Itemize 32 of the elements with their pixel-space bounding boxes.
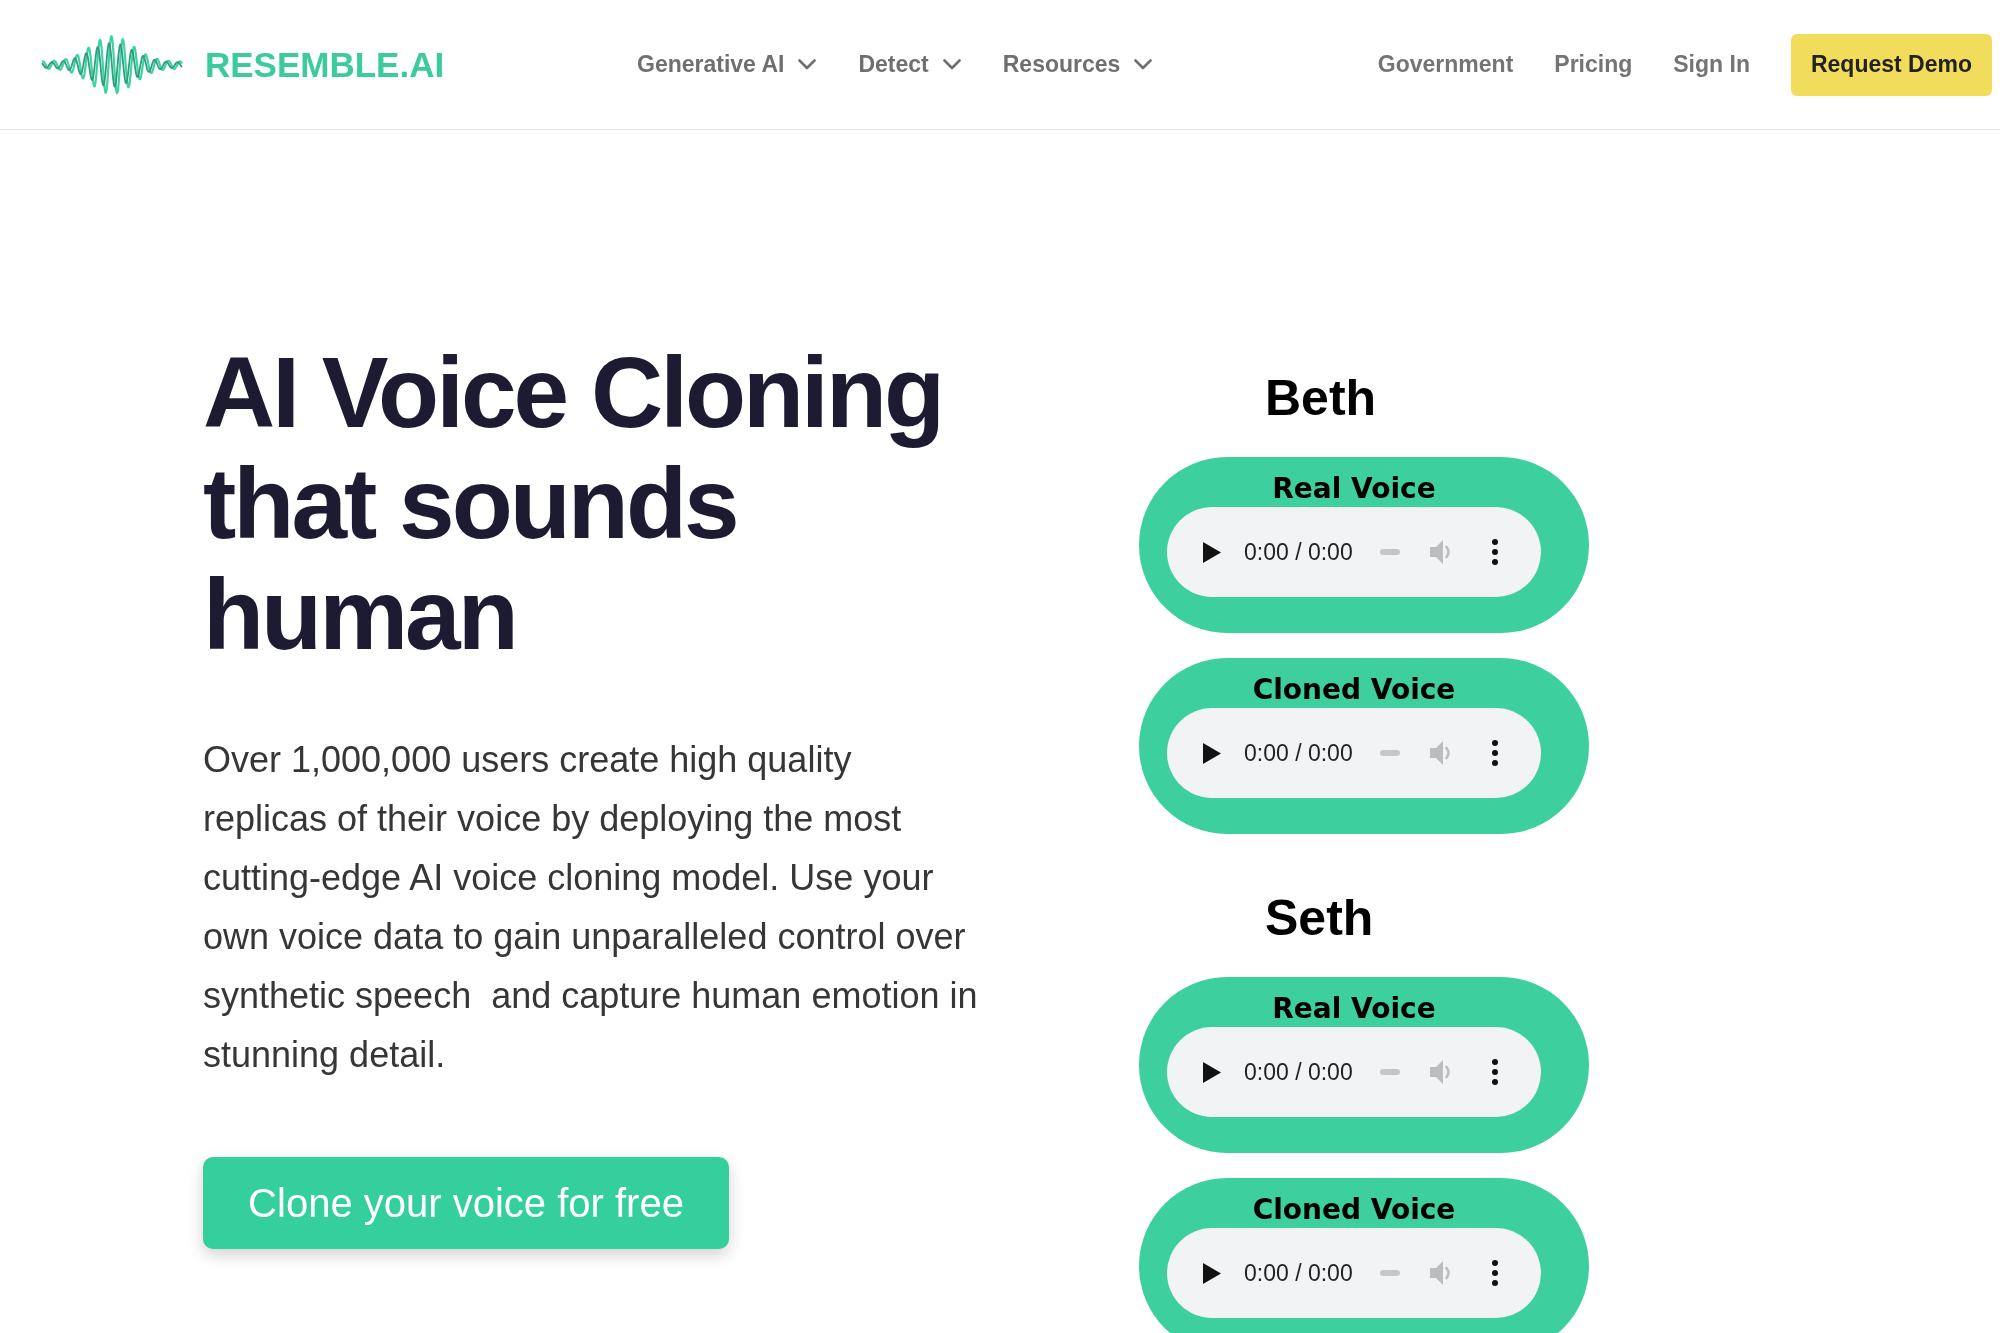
sample-label: Real Voice	[1272, 471, 1436, 507]
kebab-menu-icon[interactable]	[1491, 740, 1498, 766]
nav-link[interactable]: Government	[1377, 53, 1514, 76]
chevron-down-icon	[798, 59, 817, 70]
time-display: 0:00 / 0:00	[1244, 540, 1353, 564]
chevron-down-icon	[1134, 59, 1153, 70]
kebab-menu-icon[interactable]	[1491, 1059, 1498, 1085]
play-icon[interactable]	[1203, 1061, 1221, 1083]
hero-description: Over 1,000,000 users create high quality replicas of their voice by deploying the most cutting-edge AI voice cloning model. Use your own voice data to gain unparalleled control over synthetic speech and capture human emotion in stunning detail.	[203, 738, 979, 1077]
brand-name: RESEMBLE.AI	[205, 47, 445, 82]
hero-title: AI Voice Cloning that sounds human	[203, 337, 944, 670]
nav-menu-button[interactable]: Resources	[1002, 53, 1153, 76]
kebab-menu-icon[interactable]	[1491, 1260, 1498, 1286]
time-display: 0:00 / 0:00	[1244, 741, 1353, 765]
kebab-menu-icon[interactable]	[1491, 539, 1498, 565]
time-display: 0:00 / 0:00	[1244, 1261, 1353, 1285]
nav-menu-button[interactable]: Generative AI	[637, 53, 817, 76]
nav-menu-button[interactable]: Detect	[858, 53, 961, 76]
speaker-name: Beth	[1264, 369, 1378, 428]
waveform-icon	[40, 32, 185, 97]
nav-link[interactable]: Pricing	[1554, 53, 1633, 76]
nav-link[interactable]: Sign In	[1673, 53, 1750, 76]
speaker-name: Seth	[1264, 889, 1375, 948]
sample-label: Cloned Voice	[1252, 672, 1456, 708]
chevron-down-icon	[942, 59, 961, 70]
play-icon[interactable]	[1203, 541, 1221, 563]
play-icon[interactable]	[1203, 1262, 1221, 1284]
time-display: 0:00 / 0:00	[1244, 1060, 1353, 1084]
request-demo-button[interactable]: Request Demo	[1790, 33, 1992, 96]
play-icon[interactable]	[1203, 742, 1221, 764]
sample-label: Real Voice	[1272, 991, 1436, 1027]
sample-label: Cloned Voice	[1252, 1192, 1456, 1228]
